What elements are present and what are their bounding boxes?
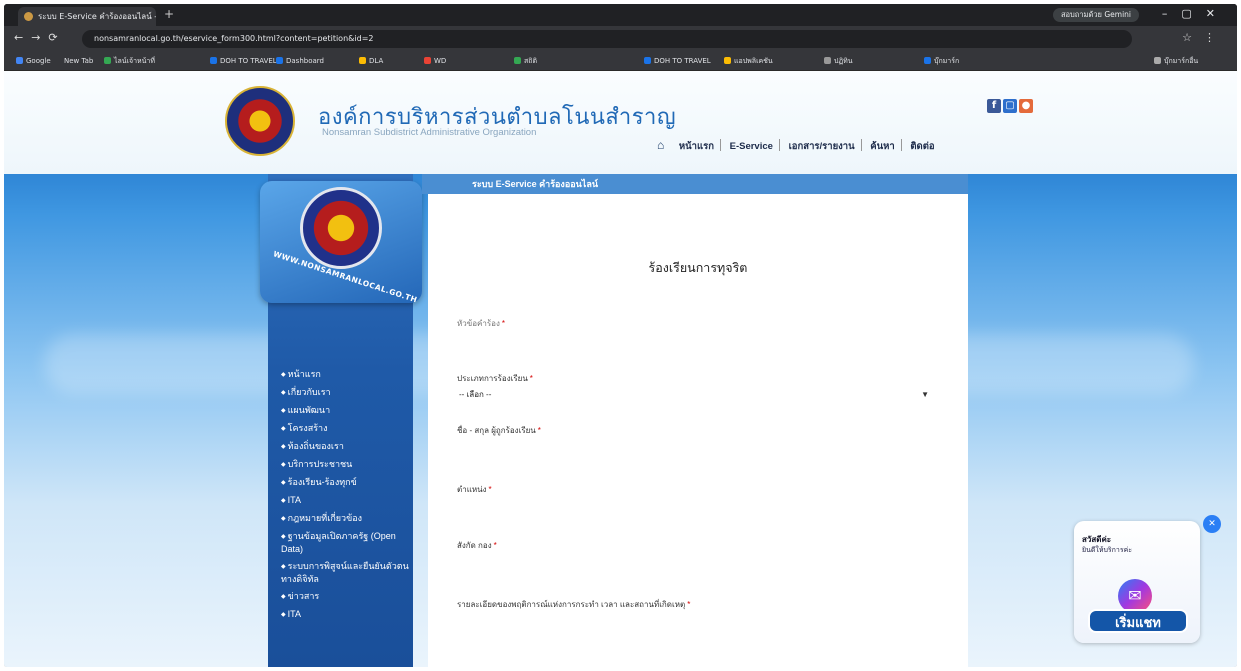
sidebar-menu: หน้าแรก เกี่ยวกับเรา แผนพัฒนา โครงสร้าง … bbox=[281, 368, 413, 626]
address-bar: ←→⟳ nonsamranlocal.go.th/eservice_form30… bbox=[4, 26, 1237, 52]
nav-home[interactable]: หน้าแรก bbox=[679, 139, 714, 154]
tab-title: ระบบ E-Service คำร้องออนไลน์ - × bbox=[38, 12, 156, 21]
bookmark-item[interactable]: DLA bbox=[359, 54, 383, 68]
site-logo[interactable] bbox=[225, 86, 295, 156]
bookmarks-bar: Google New Tab ไลน์เจ้าหน้าที่ DOH TO TR… bbox=[4, 52, 1237, 71]
eservice-title-bar: ระบบ E-Service คำร้องออนไลน์ bbox=[422, 174, 968, 194]
favicon-icon bbox=[24, 12, 33, 21]
site-header: องค์การบริหารส่วนตำบลโนนสำราญ Nonsamran … bbox=[4, 71, 1237, 174]
complaint-type-select[interactable]: -- เลือก -- ▼ bbox=[457, 387, 929, 403]
top-nav: ⌂ หน้าแรก E-Service เอกสาร/รายงาน ค้นหา … bbox=[657, 138, 941, 154]
nav-buttons[interactable]: ←→⟳ bbox=[14, 31, 66, 44]
bookmark-item[interactable]: ไลน์เจ้าหน้าที่ bbox=[104, 54, 155, 68]
tab-bar: ระบบ E-Service คำร้องออนไลน์ - × + สอบถา… bbox=[4, 4, 1237, 26]
complaint-form: ร้องเรียนการทุจริต หัวข้อคำร้อง * ประเภทก… bbox=[428, 194, 968, 667]
sidebar-item[interactable]: เกี่ยวกับเรา bbox=[281, 386, 413, 399]
bookmark-item[interactable]: สถิติ bbox=[514, 54, 537, 68]
site-subtitle: Nonsamran Subdistrict Administrative Org… bbox=[322, 127, 537, 138]
star-icon[interactable]: ☆⋮ bbox=[1182, 31, 1227, 44]
chevron-down-icon: ▼ bbox=[921, 390, 929, 399]
home-icon[interactable]: ⌂ bbox=[657, 138, 664, 152]
bookmark-item[interactable]: Google bbox=[16, 54, 51, 68]
position-label: ตำแหน่ง * bbox=[457, 485, 492, 494]
sidebar-item[interactable]: กฎหมายที่เกี่ยวข้อง bbox=[281, 512, 413, 525]
department-label: สังกัด กอง * bbox=[457, 541, 497, 550]
social-links: f ▢ ● bbox=[987, 93, 1035, 113]
emblem-badge: WWW.NONSAMRANLOCAL.GO.TH bbox=[260, 181, 422, 304]
facebook-icon[interactable]: f bbox=[987, 99, 1001, 113]
sidebar-item[interactable]: หน้าแรก bbox=[281, 368, 413, 381]
start-chat-button[interactable]: เริ่มแชท bbox=[1088, 609, 1188, 633]
share-icon[interactable]: ▢ bbox=[1003, 99, 1017, 113]
all-bookmarks[interactable]: บุ๊กมาร์กอื่น bbox=[1154, 54, 1198, 68]
nav-eservice[interactable]: E-Service bbox=[730, 141, 773, 152]
sidebar-item[interactable]: บริการประชาชน bbox=[281, 458, 413, 471]
messenger-icon[interactable]: ✉ bbox=[1118, 579, 1152, 613]
sidebar-item[interactable]: ITA bbox=[281, 494, 413, 507]
chat-widget[interactable]: สวัสดีค่ะ ยินดีให้บริการค่ะ ✉ เริ่มแชท bbox=[1074, 521, 1200, 643]
sidebar-item[interactable]: ร้องเรียน-ร้องทุกข์ bbox=[281, 476, 413, 489]
sidebar-item[interactable]: ข่าวสาร bbox=[281, 590, 413, 603]
window-controls[interactable]: –▢✕ bbox=[1162, 7, 1229, 20]
bookmark-item[interactable]: WD bbox=[424, 54, 446, 68]
profile-icon[interactable]: ● bbox=[1019, 99, 1033, 113]
details-label: รายละเอียดของพฤติการณ์แห่งการกระทำ เวลา … bbox=[457, 600, 691, 609]
gemini-button[interactable]: สอบถามด้วย Gemini bbox=[1052, 8, 1139, 22]
bookmark-item[interactable]: DOH TO TRAVEL bbox=[644, 54, 711, 68]
browser-tab[interactable]: ระบบ E-Service คำร้องออนไลน์ - × bbox=[18, 7, 156, 26]
nav-documents[interactable]: เอกสาร/รายงาน bbox=[789, 139, 855, 154]
screen: ระบบ E-Service คำร้องออนไลน์ - × + สอบถา… bbox=[4, 4, 1237, 667]
sidebar-item[interactable]: แผนพัฒนา bbox=[281, 404, 413, 417]
web-page: องค์การบริหารส่วนตำบลโนนสำราญ Nonsamran … bbox=[4, 71, 1237, 667]
name-label: ชื่อ - สกุล ผู้ถูกร้องเรียน * bbox=[457, 426, 541, 435]
sidebar-item[interactable]: โครงสร้าง bbox=[281, 422, 413, 435]
close-icon[interactable]: ✕ bbox=[1203, 515, 1221, 533]
new-tab-icon[interactable]: + bbox=[164, 7, 174, 21]
bookmark-item[interactable]: Dashboard bbox=[276, 54, 324, 68]
bookmark-item[interactable]: บุ๊กมาร์ก bbox=[924, 54, 959, 68]
bookmark-item[interactable]: New Tab bbox=[64, 54, 93, 68]
form-title: ร้องเรียนการทุจริต bbox=[648, 261, 748, 275]
sidebar-item[interactable]: ระบบการพิสูจน์และยืนยันตัวตนทางดิจิทัล bbox=[281, 560, 413, 585]
sidebar-item[interactable]: ท้องถิ่นของเรา bbox=[281, 440, 413, 453]
nav-search[interactable]: ค้นหา bbox=[870, 139, 894, 154]
sidebar-item[interactable]: ฐานข้อมูลเปิดภาครัฐ (Open Data) bbox=[281, 530, 413, 555]
bookmark-item[interactable]: ปฏิทิน bbox=[824, 54, 853, 68]
emblem-seal bbox=[300, 187, 382, 269]
bookmark-item[interactable]: แอปพลิเคชัน bbox=[724, 54, 773, 68]
type-label: ประเภทการร้องเรียน * bbox=[457, 374, 533, 383]
subject-label: หัวข้อคำร้อง * bbox=[457, 319, 506, 328]
url-input[interactable]: nonsamranlocal.go.th/eservice_form300.ht… bbox=[82, 30, 1132, 48]
chat-subtext: ยินดีให้บริการค่ะ bbox=[1082, 547, 1133, 554]
bookmark-item[interactable]: DOH TO TRAVEL bbox=[210, 54, 277, 68]
nav-contact[interactable]: ติดต่อ bbox=[910, 139, 934, 154]
sidebar-item[interactable]: ITA bbox=[281, 608, 413, 621]
